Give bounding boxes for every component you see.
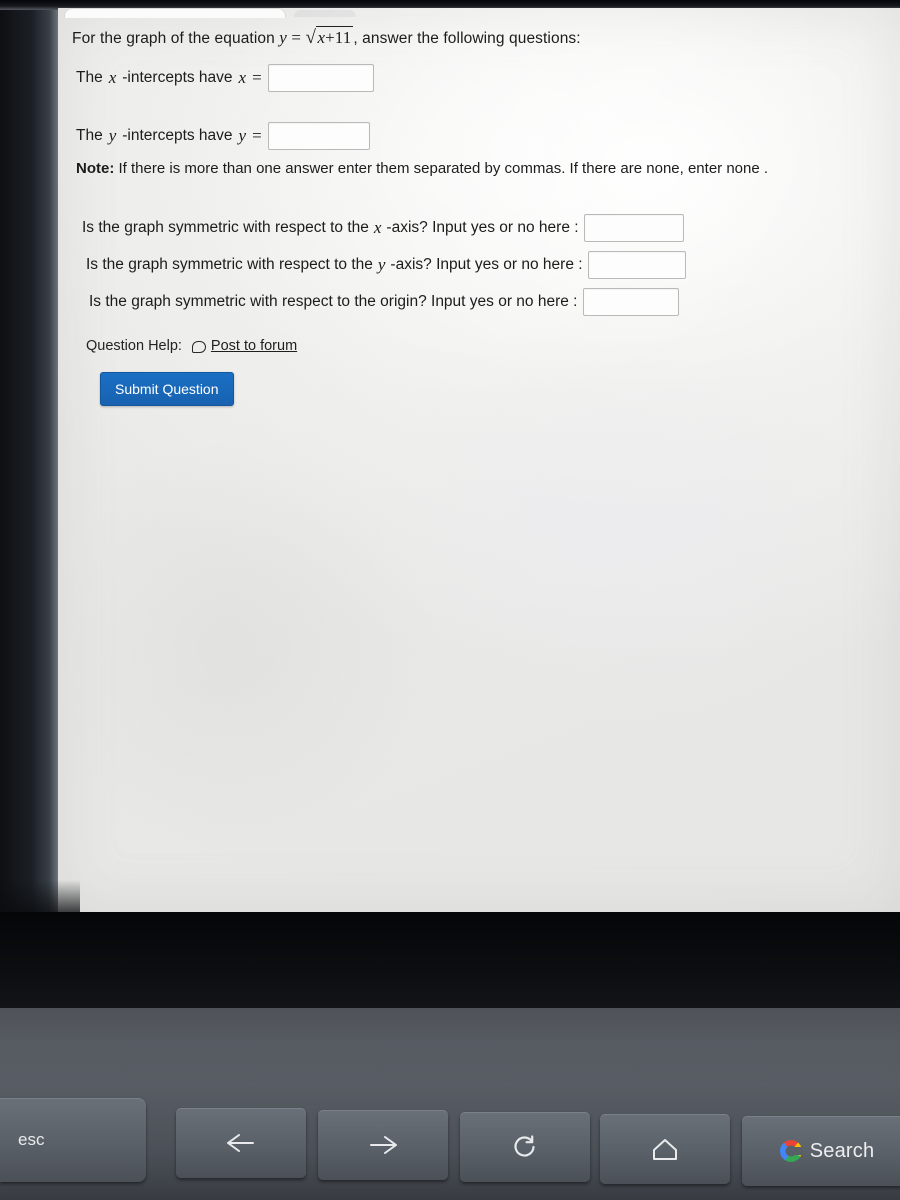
submit-question-button[interactable]: Submit Question [100,371,234,406]
sqrt-radicand: x+11 [316,26,354,50]
answer-format-note: Note: If there is more than one answer e… [76,158,836,180]
laptop-screen-photo: For the graph of the equation y = √ x+11… [0,0,900,1200]
laptop-hinge [0,912,900,1008]
x-intercept-input[interactable] [267,63,374,92]
question-help-row: Question Help: Post to forum [86,338,872,354]
note-text: If there is more than one answer enter t… [118,159,769,177]
key-search[interactable]: Search [742,1116,900,1186]
symmetry-y-axis-input[interactable] [587,250,686,279]
symmetry-row-y-axis: Is the graph symmetric with respect to t… [86,250,872,279]
screen-glare-left [58,438,438,858]
radicand-operator: + [325,28,335,47]
symmetry-y-axis-var: y [377,254,386,274]
x-intercept-row: The x -intercepts have x = [76,63,872,92]
y-intercept-label-prefix: The [76,126,103,144]
browser-tab-active[interactable] [64,8,286,18]
equation-lhs: y [279,28,287,47]
speech-bubble-icon [191,340,206,353]
y-intercept-label-var: y [108,125,117,145]
post-to-forum-link[interactable]: Post to forum [191,337,298,354]
palmrest-sheen [0,1008,900,1088]
equation-sqrt: √ x+11 [305,26,354,50]
post-to-forum-label: Post to forum [210,337,298,354]
symmetry-origin-text: Is the graph symmetric with respect to t… [89,292,578,310]
key-home[interactable] [600,1114,730,1184]
symmetry-x-axis-input[interactable] [583,213,684,242]
arrow-left-icon [227,1134,254,1152]
y-intercept-input[interactable] [267,121,370,150]
key-forward[interactable] [318,1110,448,1180]
symmetry-y-suffix: -axis? Input yes or no here : [390,255,583,273]
key-search-label: Search [809,1139,875,1162]
symmetry-x-suffix: -axis? Input yes or no here : [386,218,579,236]
x-intercept-label-var: x [108,67,117,87]
symmetry-row-origin: Is the graph symmetric with respect to t… [89,287,872,316]
key-reload[interactable] [460,1112,590,1182]
symmetry-row-x-axis: Is the graph symmetric with respect to t… [82,213,872,242]
x-intercept-label-mid: -intercepts have [122,68,233,86]
key-back[interactable] [176,1108,306,1178]
browser-viewport: For the graph of the equation y = √ x+11… [58,8,900,912]
home-icon [653,1139,677,1160]
y-intercept-equals: = [252,125,262,145]
symmetry-questions: Is the graph symmetric with respect to t… [82,213,872,316]
browser-tabstrip [58,8,900,20]
x-intercept-equals: = [252,67,262,87]
radicand-variable: x [317,28,326,47]
y-intercept-label-mid: -intercepts have [122,126,233,144]
y-intercept-label-var2: y [238,125,247,145]
radicand-constant: 11 [334,28,352,47]
note-bold-label: Note: [76,159,115,177]
browser-tab-secondary[interactable] [294,10,356,17]
symmetry-x-axis-var: x [373,217,382,237]
screen-bezel-left [0,0,58,912]
key-esc[interactable]: esc [0,1098,146,1182]
symmetry-origin-input[interactable] [582,287,679,316]
question-content: For the graph of the equation y = √ x+11… [72,26,872,406]
reload-icon [514,1135,535,1157]
question-prompt: For the graph of the equation y = √ x+11… [72,26,872,50]
symmetry-y-prefix: Is the graph symmetric with respect to t… [86,255,373,273]
question-prompt-prefix: For the graph of the equation [72,30,275,47]
sqrt-radical-icon: √ [305,27,316,48]
google-g-icon [779,1140,803,1162]
x-intercept-label-var2: x [238,67,247,87]
question-help-label: Question Help: [86,337,182,354]
x-intercept-label-prefix: The [76,68,103,86]
equation-equals: = [291,28,302,47]
question-prompt-suffix: , answer the following questions: [353,30,581,47]
y-intercept-row: The y -intercepts have y = [76,121,872,150]
arrow-right-icon [370,1136,397,1154]
symmetry-x-prefix: Is the graph symmetric with respect to t… [82,218,369,236]
